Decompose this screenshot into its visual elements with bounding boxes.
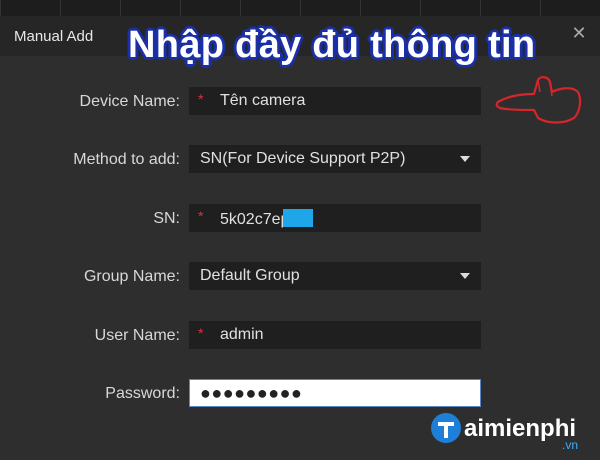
group-name-label: Group Name: xyxy=(83,268,180,285)
sn-redaction-highlight xyxy=(283,209,314,227)
taimienphi-logo-icon xyxy=(431,413,461,443)
taimienphi-watermark: aimienphi .vn xyxy=(430,410,595,452)
sn-label: SN: xyxy=(153,210,180,227)
sn-value: 5k02c7ep xyxy=(220,211,290,228)
password-input[interactable]: ●●●●●●●●● xyxy=(189,379,481,407)
device-name-input[interactable]: * Tên camera xyxy=(189,87,481,115)
user-name-value: admin xyxy=(220,326,264,343)
method-select[interactable]: SN(For Device Support P2P) xyxy=(189,145,481,173)
dialog-title: Manual Add xyxy=(14,28,94,45)
method-label: Method to add: xyxy=(73,151,180,168)
background-window-strip xyxy=(0,0,600,16)
chevron-down-icon xyxy=(460,156,470,162)
brand-name: aimienphi xyxy=(464,415,577,442)
close-icon[interactable]: ✕ xyxy=(570,24,588,42)
required-marker: * xyxy=(198,91,204,107)
user-name-input[interactable]: * admin xyxy=(189,321,481,349)
pointer-hand-icon xyxy=(495,76,582,124)
sn-value-wrap: 5k02c7ep xyxy=(220,209,314,229)
overlay-heading: Nhập đầy đủ thông tin xyxy=(128,24,536,66)
group-select[interactable]: Default Group xyxy=(189,262,481,290)
required-marker: * xyxy=(198,325,204,341)
device-name-value: Tên camera xyxy=(220,92,306,109)
password-label: Password: xyxy=(105,385,180,402)
device-name-label: Device Name: xyxy=(79,93,180,110)
brand-suffix: .vn xyxy=(562,438,579,452)
sn-input[interactable]: * 5k02c7ep xyxy=(189,204,481,232)
password-value: ●●●●●●●●● xyxy=(200,383,303,403)
chevron-down-icon xyxy=(460,273,470,279)
user-name-label: User Name: xyxy=(94,327,180,344)
required-marker: * xyxy=(198,208,204,224)
group-value: Default Group xyxy=(200,267,300,284)
method-value: SN(For Device Support P2P) xyxy=(200,150,406,167)
